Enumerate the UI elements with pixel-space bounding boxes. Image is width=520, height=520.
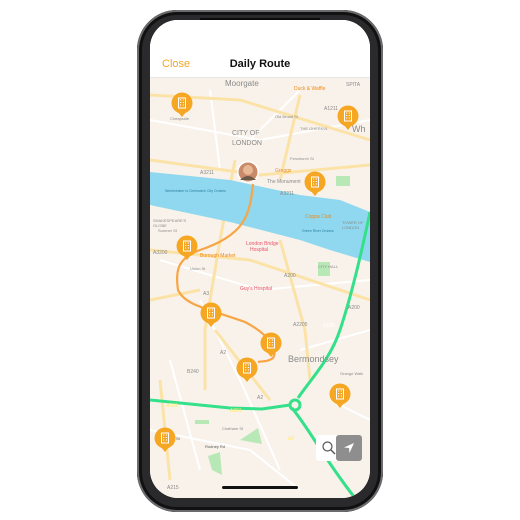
label: Sumner St bbox=[158, 228, 178, 233]
label: Hospital bbox=[250, 247, 268, 253]
label: A3211 bbox=[280, 191, 294, 197]
label: A3 bbox=[203, 291, 209, 297]
label: A2 bbox=[220, 350, 226, 356]
label: Grange Walk bbox=[340, 371, 363, 376]
map[interactable]: Moorgate CITY OF LONDON Duck & Waffle A1… bbox=[150, 20, 370, 498]
label: Duck & Waffle bbox=[294, 86, 326, 92]
label: Union St bbox=[190, 266, 206, 271]
label: Bermondsey bbox=[288, 354, 339, 364]
label: A215 bbox=[167, 485, 179, 491]
label: Fenchurch St bbox=[290, 156, 315, 161]
label: Cheapside bbox=[170, 116, 190, 121]
label: Westminster to Greenwich City Cruises bbox=[165, 189, 226, 193]
label: B240 bbox=[187, 369, 199, 375]
locate-button[interactable] bbox=[336, 435, 362, 461]
label: A201 bbox=[166, 403, 178, 409]
label: Moorgate bbox=[225, 79, 259, 88]
label: Old Broad St bbox=[275, 114, 299, 119]
magnifier-icon bbox=[322, 441, 336, 455]
label: A100 bbox=[323, 323, 335, 329]
park bbox=[195, 420, 209, 424]
label: A3200 bbox=[153, 250, 168, 256]
label: LONDON bbox=[232, 140, 262, 147]
label: Guy's Hospital bbox=[240, 286, 272, 292]
label: CITY OF bbox=[232, 130, 259, 137]
label: CITY HALL bbox=[318, 264, 339, 269]
home-indicator[interactable] bbox=[222, 486, 298, 489]
label: LONDON bbox=[342, 225, 359, 230]
label: A1211 bbox=[324, 106, 338, 112]
label: Coppa Club bbox=[305, 214, 332, 220]
label: A201 bbox=[230, 408, 242, 414]
label: Chatham St bbox=[222, 426, 244, 431]
navigation-bar: Close Daily Route bbox=[150, 20, 370, 78]
screen: Moorgate CITY OF LONDON Duck & Waffle A1… bbox=[150, 20, 370, 498]
label: Borough Market bbox=[200, 253, 236, 259]
label: The Monument bbox=[267, 179, 301, 185]
label: A2205 bbox=[293, 322, 308, 328]
user-avatar[interactable] bbox=[237, 161, 259, 183]
location-arrow-icon bbox=[344, 443, 354, 453]
label: A2 bbox=[257, 395, 263, 401]
label: A3211 bbox=[200, 170, 214, 176]
park bbox=[336, 176, 350, 186]
label: SPITA bbox=[346, 82, 361, 88]
label: A200 bbox=[348, 305, 360, 311]
label: Green River Cruises bbox=[302, 229, 334, 233]
page-title: Daily Route bbox=[229, 58, 291, 70]
label: THE GHERKIN bbox=[300, 126, 327, 131]
label: Wh bbox=[352, 124, 366, 134]
label: A2 bbox=[288, 436, 294, 442]
label: Greggs bbox=[275, 168, 292, 174]
label: A200 bbox=[284, 273, 296, 279]
label: Rodney Rd bbox=[205, 444, 225, 449]
